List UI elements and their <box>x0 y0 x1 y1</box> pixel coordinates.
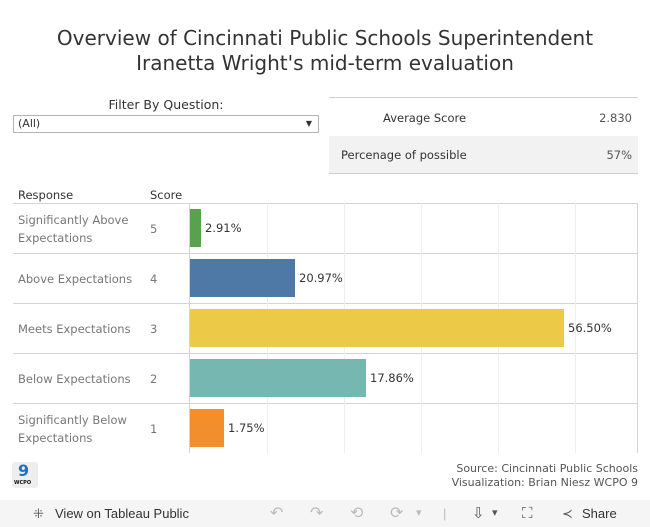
undo-icon[interactable]: ↶ <box>270 500 283 527</box>
kpi-value: 57% <box>606 148 632 162</box>
plot-area: 2.91% 20.97% 56.50% 17.86% 1.75% <box>189 203 638 453</box>
response-label: Above Expectations <box>18 272 133 286</box>
response-label: Below Expectations <box>18 372 131 386</box>
download-icon[interactable]: ⇩ <box>472 500 485 527</box>
redo-icon[interactable]: ↷ <box>310 500 323 527</box>
download-dropdown-icon[interactable]: ▾ <box>492 500 498 527</box>
revert-icon[interactable]: ⟲ <box>350 500 363 527</box>
fullscreen-icon[interactable]: ⛶ <box>522 500 533 527</box>
response-bar-chart: Significantly Above Expectations 5 Above E… <box>13 203 638 453</box>
tableau-toolbar: ⁜ View on Tableau Public ↶ ↷ ⟲ ⟳ ▾ | ⇩ ▾… <box>0 500 650 527</box>
refresh-icon[interactable]: ⟳ <box>390 500 403 527</box>
response-label: Significantly Below Expectations <box>18 413 127 445</box>
bar-data-label: 1.75% <box>228 421 265 435</box>
question-filter-select[interactable]: (All) ▼ <box>13 115 319 133</box>
visualization-credit: Visualization: Brian Niesz WCPO 9 <box>451 476 638 489</box>
filter-selected-value: (All) <box>18 117 41 130</box>
score-value: 3 <box>150 322 158 336</box>
bar-data-label: 56.50% <box>568 321 612 335</box>
kpi-percentage-possible: Percenage of possible 57% <box>329 136 638 174</box>
title-line-1: Overview of Cincinnati Public Schools Su… <box>56 26 594 50</box>
tableau-icon: ⁜ <box>33 506 44 521</box>
bar[interactable] <box>190 259 295 297</box>
score-value: 1 <box>150 422 158 436</box>
chevron-down-icon[interactable]: ▼ <box>306 116 312 132</box>
bar-data-label: 20.97% <box>299 271 343 285</box>
share-button[interactable]: Share <box>582 500 617 527</box>
filter-label: Filter By Question: <box>108 97 224 112</box>
share-icon[interactable]: ≺ <box>562 500 573 527</box>
bar[interactable] <box>190 209 201 247</box>
logo-text: WCPO <box>14 480 32 486</box>
bar-data-label: 2.91% <box>205 221 242 235</box>
kpi-label: Average Score <box>383 111 467 125</box>
kpi-average-score: Average Score 2.830 <box>329 99 638 137</box>
source-caption: Source: Cincinnati Public Schools Visual… <box>452 462 638 490</box>
kpi-divider <box>329 97 638 98</box>
header-response: Response <box>18 188 74 202</box>
toolbar-divider: | <box>443 506 447 521</box>
score-value: 5 <box>150 222 158 236</box>
bar-data-label: 17.86% <box>370 371 414 385</box>
header-score: Score <box>150 188 183 202</box>
bar[interactable] <box>190 409 224 447</box>
wcpo-logo: 9 WCPO <box>12 461 38 488</box>
title-line-2: Iranetta Wright's mid-term evaluation <box>136 51 514 75</box>
response-label: Meets Expectations <box>18 322 131 336</box>
response-label: Significantly Above Expectations <box>18 213 129 245</box>
score-value: 4 <box>150 272 158 286</box>
bar[interactable] <box>190 359 366 397</box>
page-title: Overview of Cincinnati Public Schools Su… <box>0 26 650 76</box>
kpi-label: Percenage of possible <box>341 148 467 162</box>
source-line: Source: Cincinnati Public Schools <box>456 462 638 475</box>
logo-numeral: 9 <box>18 461 30 480</box>
score-value: 2 <box>150 372 158 386</box>
refresh-dropdown-icon[interactable]: ▾ <box>416 500 422 527</box>
kpi-value: 2.830 <box>599 111 632 125</box>
bar[interactable] <box>190 309 564 347</box>
view-on-tableau-link[interactable]: View on Tableau Public <box>55 500 189 527</box>
